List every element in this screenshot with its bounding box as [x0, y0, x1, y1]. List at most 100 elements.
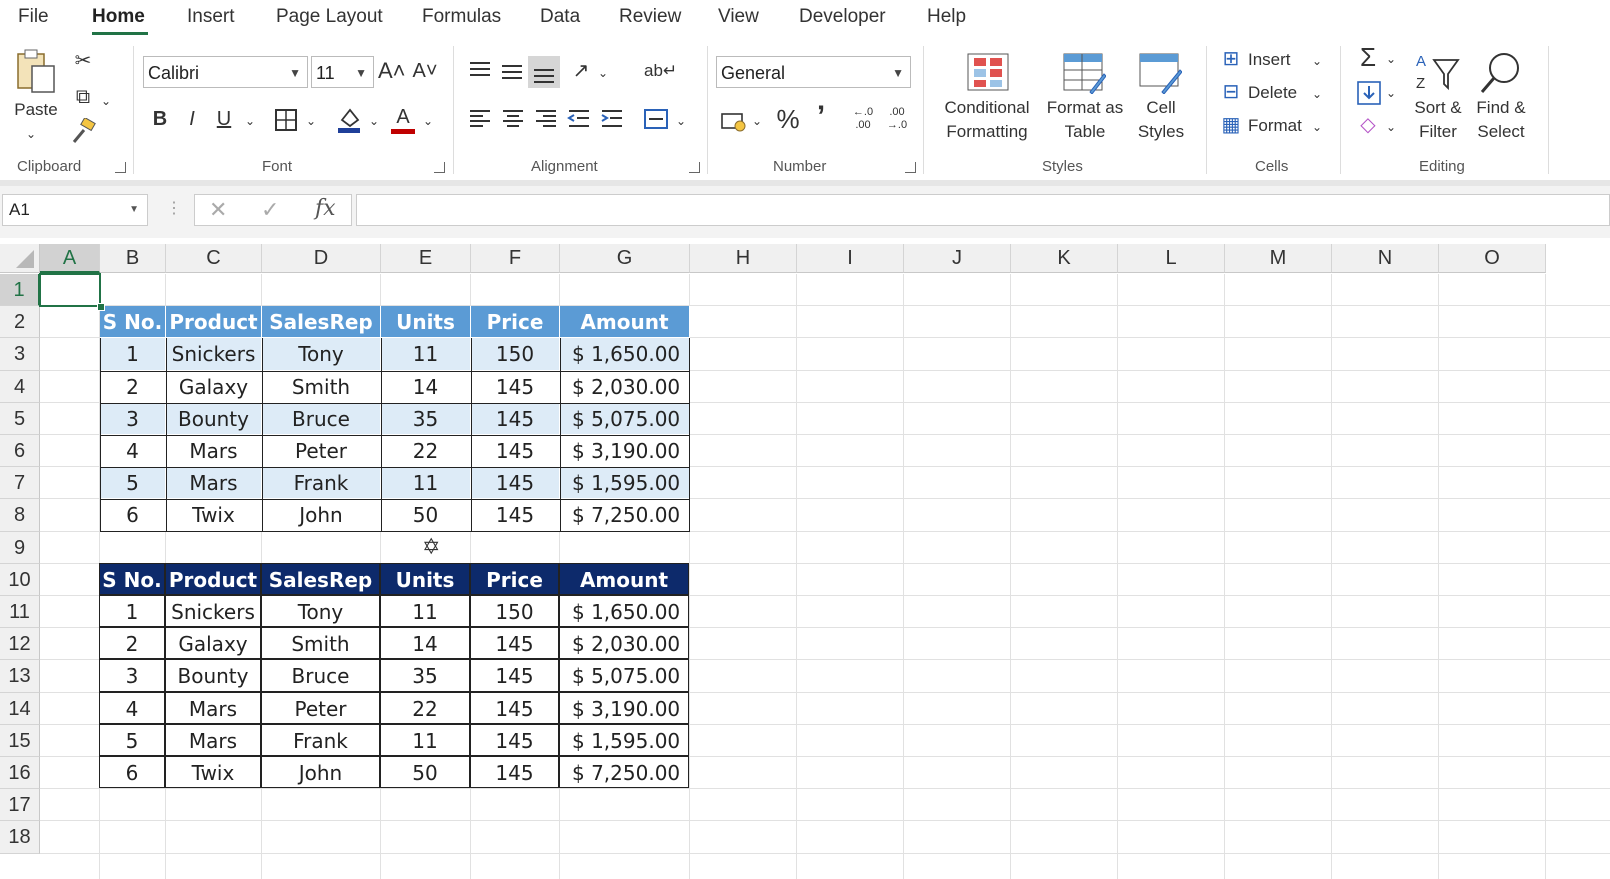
tab-developer[interactable]: Developer [799, 6, 886, 28]
cell-amount[interactable]: $ 5,075.00 [559, 659, 689, 692]
cell-salesrep[interactable]: Smith [261, 627, 380, 660]
accounting-format-icon[interactable] [720, 108, 748, 134]
formula-input[interactable] [356, 194, 1610, 226]
tab-data[interactable]: Data [540, 6, 580, 28]
cell-product[interactable]: Mars [166, 435, 262, 468]
cell-product[interactable]: Bounty [165, 659, 261, 692]
column-header-m[interactable]: M [1225, 244, 1332, 273]
cell-units[interactable]: 11 [380, 595, 470, 628]
column-header-a[interactable]: A [40, 244, 100, 273]
underline-dropdown-icon[interactable]: ⌄ [242, 108, 258, 134]
row-header-13[interactable]: 13 [0, 660, 40, 693]
cell-salesrep[interactable]: John [262, 499, 381, 532]
row-header-12[interactable]: 12 [0, 628, 40, 661]
paste-dropdown-icon[interactable]: ⌄ [26, 122, 36, 146]
column-header-n[interactable]: N [1332, 244, 1439, 273]
copy-icon[interactable]: ⧉ [70, 84, 96, 110]
cell-amount[interactable]: $ 3,190.00 [559, 691, 689, 724]
copy-dropdown-icon[interactable]: ⌄ [98, 88, 114, 114]
column-header-o[interactable]: O [1439, 244, 1546, 273]
cell-amount[interactable]: $ 1,650.00 [560, 338, 690, 371]
align-bottom-button[interactable] [528, 56, 560, 88]
cell-product[interactable]: Snickers [165, 595, 261, 628]
cell-price[interactable]: 145 [470, 756, 559, 789]
cell-price[interactable]: 145 [471, 499, 560, 532]
fill-color-dropdown-icon[interactable]: ⌄ [366, 108, 382, 134]
insert-function-icon[interactable]: fx [315, 196, 336, 221]
cell-amount[interactable]: $ 1,595.00 [559, 723, 689, 756]
column-header-l[interactable]: L [1118, 244, 1225, 273]
number-format-select[interactable]: General ▼ [716, 56, 911, 88]
header-cell-amount[interactable]: Amount [559, 562, 689, 595]
row-header-17[interactable]: 17 [0, 789, 40, 822]
cancel-icon[interactable]: ✕ [209, 197, 227, 223]
cell-price[interactable]: 145 [471, 467, 560, 500]
name-box[interactable]: A1 ▼ [2, 194, 148, 226]
cell-price[interactable]: 145 [470, 627, 559, 660]
cell-price[interactable]: 145 [470, 659, 559, 692]
cell-sno[interactable]: 5 [100, 467, 166, 500]
font-name-select[interactable]: Calibri ▼ [143, 56, 308, 88]
cell-price[interactable]: 145 [471, 435, 560, 468]
cell-units[interactable]: 11 [381, 467, 471, 500]
cell-product[interactable]: Mars [165, 691, 261, 724]
cell-sno[interactable]: 1 [100, 338, 166, 371]
cell-sno[interactable]: 1 [99, 595, 165, 628]
cell-salesrep[interactable]: Bruce [261, 659, 380, 692]
cell-units[interactable]: 14 [381, 370, 471, 403]
font-launcher-icon[interactable] [434, 162, 445, 173]
cell-price[interactable]: 145 [471, 402, 560, 435]
fill-dropdown-icon[interactable]: ⌄ [1384, 80, 1398, 106]
insert-cells-button[interactable]: ⊞ Insert ⌄ [1218, 46, 1330, 74]
tab-formulas[interactable]: Formulas [422, 6, 501, 28]
header-cell-units[interactable]: Units [381, 306, 471, 339]
tab-review[interactable]: Review [619, 6, 681, 28]
cell-amount[interactable]: $ 7,250.00 [560, 499, 690, 532]
tab-view[interactable]: View [718, 6, 759, 28]
row-header-5[interactable]: 5 [0, 402, 40, 435]
column-header-i[interactable]: I [797, 244, 904, 273]
header-cell-sno[interactable]: S No. [100, 306, 166, 339]
column-header-f[interactable]: F [471, 244, 560, 273]
cell-product[interactable]: Twix [165, 756, 261, 789]
column-header-h[interactable]: H [690, 244, 797, 273]
tab-help[interactable]: Help [927, 6, 966, 28]
cell-sno[interactable]: 3 [100, 402, 166, 435]
merge-dropdown-icon[interactable]: ⌄ [674, 108, 688, 134]
header-cell-price[interactable]: Price [471, 306, 560, 339]
increase-indent-icon[interactable] [599, 106, 625, 132]
column-header-e[interactable]: E [381, 244, 471, 273]
cell-sno[interactable]: 2 [99, 627, 165, 660]
header-cell-product[interactable]: Product [166, 306, 262, 339]
cell-amount[interactable]: $ 2,030.00 [560, 370, 690, 403]
header-cell-amount[interactable]: Amount [560, 306, 690, 339]
cell-sno[interactable]: 6 [100, 499, 166, 532]
cell-sno[interactable]: 4 [100, 435, 166, 468]
header-cell-units[interactable]: Units [380, 562, 470, 595]
row-header-1[interactable]: 1 [0, 274, 40, 307]
format-painter-icon[interactable] [70, 118, 98, 144]
cell-salesrep[interactable]: Smith [262, 370, 381, 403]
cell-amount[interactable]: $ 1,595.00 [560, 467, 690, 500]
cell-units[interactable]: 35 [380, 659, 470, 692]
decrease-indent-icon[interactable] [566, 106, 592, 132]
sort-filter-button[interactable]: A Z Sort & Filter [1408, 48, 1468, 154]
cell-units[interactable]: 35 [381, 402, 471, 435]
row-header-8[interactable]: 8 [0, 499, 40, 532]
row-header-6[interactable]: 6 [0, 435, 40, 468]
merge-center-icon[interactable] [643, 106, 669, 132]
cell-price[interactable]: 145 [470, 691, 559, 724]
column-header-j[interactable]: J [904, 244, 1011, 273]
decrease-decimal-icon[interactable]: .00 →.0 [882, 106, 912, 132]
conditional-formatting-button[interactable]: Conditional Formatting [932, 48, 1042, 154]
cell-amount[interactable]: $ 1,650.00 [559, 595, 689, 628]
cell-salesrep[interactable]: Bruce [262, 402, 381, 435]
cut-icon[interactable]: ✂ [70, 48, 96, 74]
cell-units[interactable]: 22 [381, 435, 471, 468]
cell-salesrep[interactable]: Peter [262, 435, 381, 468]
wrap-text-icon[interactable]: ab↵ [644, 58, 677, 84]
decrease-font-size-icon[interactable]: A˅ [412, 58, 438, 84]
cell-salesrep[interactable]: Tony [262, 338, 381, 371]
align-right-icon[interactable] [533, 106, 559, 132]
cell-units[interactable]: 50 [381, 499, 471, 532]
